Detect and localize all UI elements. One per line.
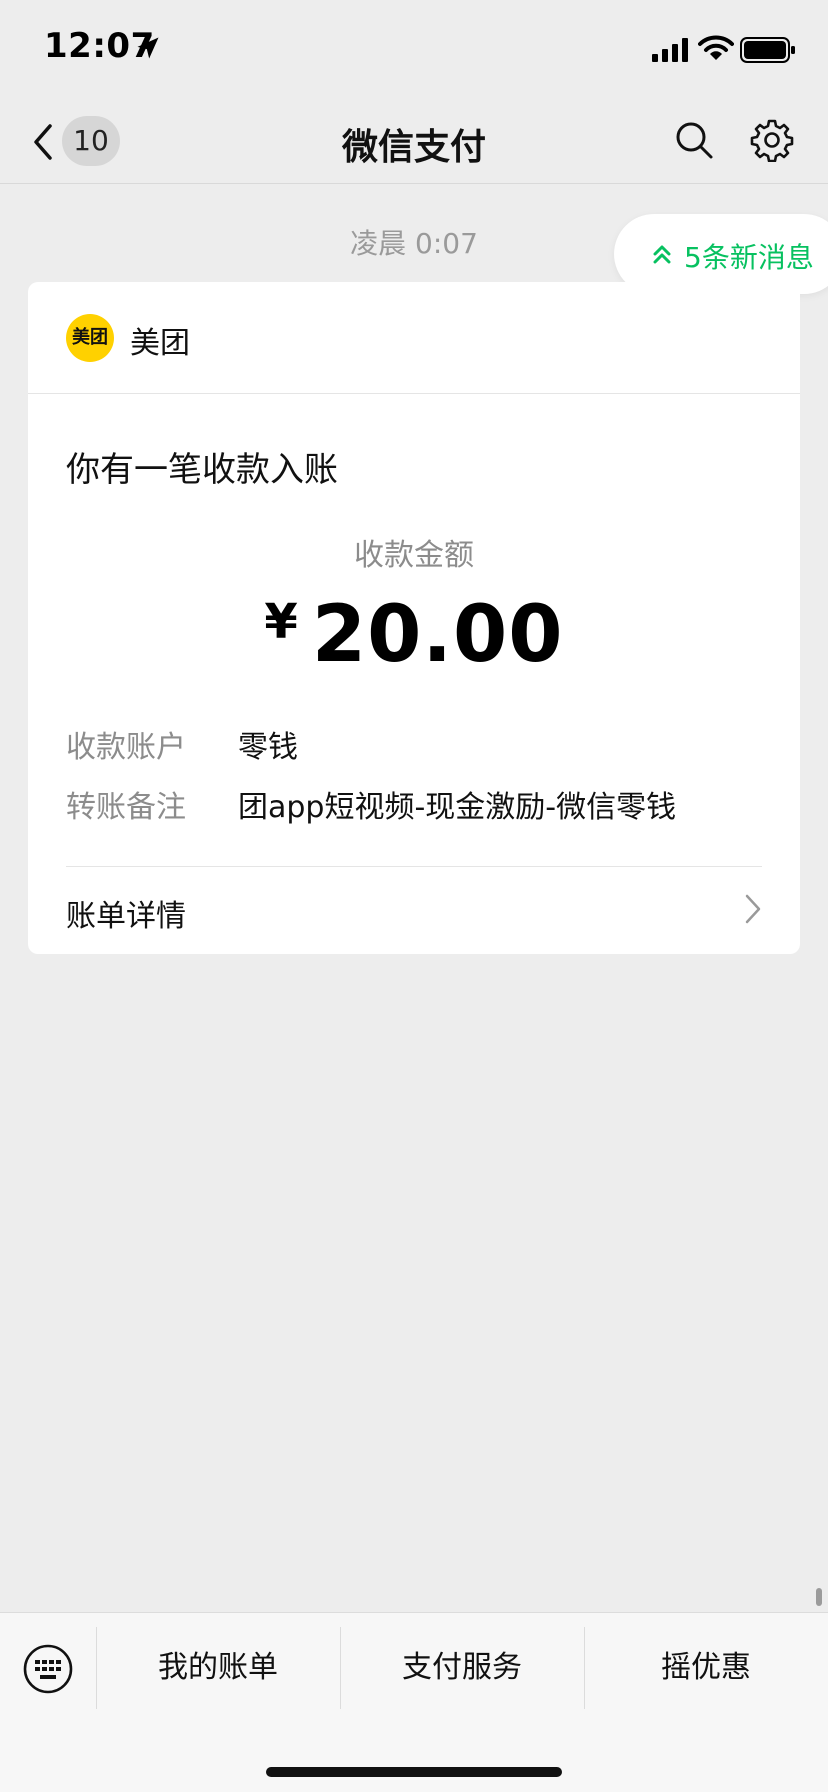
screen: 12:07 10 微信支付 凌晨 0:07 5条新消息 美团 美团 你有一笔收款… [0, 0, 828, 1792]
detail-value: 零钱 [238, 730, 298, 765]
location-arrow-icon [137, 37, 159, 59]
payment-notification-card: 美团 美团 你有一笔收款入账 收款金额 ¥20.00 收款账户 零钱 转账备注 团a… [28, 282, 800, 954]
detail-row-account: 收款账户 零钱 [66, 722, 766, 766]
new-messages-label: 5条新消息 [684, 241, 814, 274]
detail-label: 转账备注 [66, 790, 186, 825]
status-bar: 12:07 [0, 0, 828, 100]
currency-symbol: ¥ [264, 594, 298, 650]
menu-item-shake-offers[interactable]: 摇优惠 [584, 1643, 828, 1693]
detail-label: 收款账户 [66, 730, 186, 765]
search-icon[interactable] [674, 120, 714, 160]
bill-details-label: 账单详情 [66, 899, 186, 934]
card-heading: 你有一笔收款入账 [66, 450, 338, 490]
amount-row: ¥20.00 [28, 590, 800, 680]
menu-item-payment-services[interactable]: 支付服务 [340, 1643, 584, 1693]
double-chevron-up-icon [653, 245, 671, 264]
bottom-menu-bar: 我的账单 支付服务 摇优惠 [0, 1612, 828, 1792]
detail-value: 团app短视频-现金激励-微信零钱 [238, 790, 677, 825]
battery-icon [740, 37, 795, 63]
detail-row-memo: 转账备注 团app短视频-现金激励-微信零钱 [66, 782, 766, 826]
merchant-name: 美团 [130, 326, 190, 361]
nav-bar: 10 微信支付 [0, 100, 828, 184]
amount-label: 收款金额 [354, 538, 474, 573]
home-indicator[interactable] [266, 1767, 562, 1777]
gear-icon[interactable] [750, 118, 794, 162]
cellular-signal-icon [652, 38, 688, 62]
wifi-icon [698, 35, 734, 60]
menu-item-my-bills[interactable]: 我的账单 [96, 1643, 340, 1693]
merchant-logo: 美团 [66, 314, 114, 362]
keyboard-icon[interactable] [22, 1643, 74, 1695]
amount-value: 20.00 [311, 590, 564, 680]
merchant-row[interactable]: 美团 美团 [28, 282, 800, 394]
chevron-right-icon [745, 894, 761, 924]
bill-details-link[interactable]: 账单详情 [28, 867, 800, 954]
scrollbar[interactable] [816, 1588, 822, 1606]
